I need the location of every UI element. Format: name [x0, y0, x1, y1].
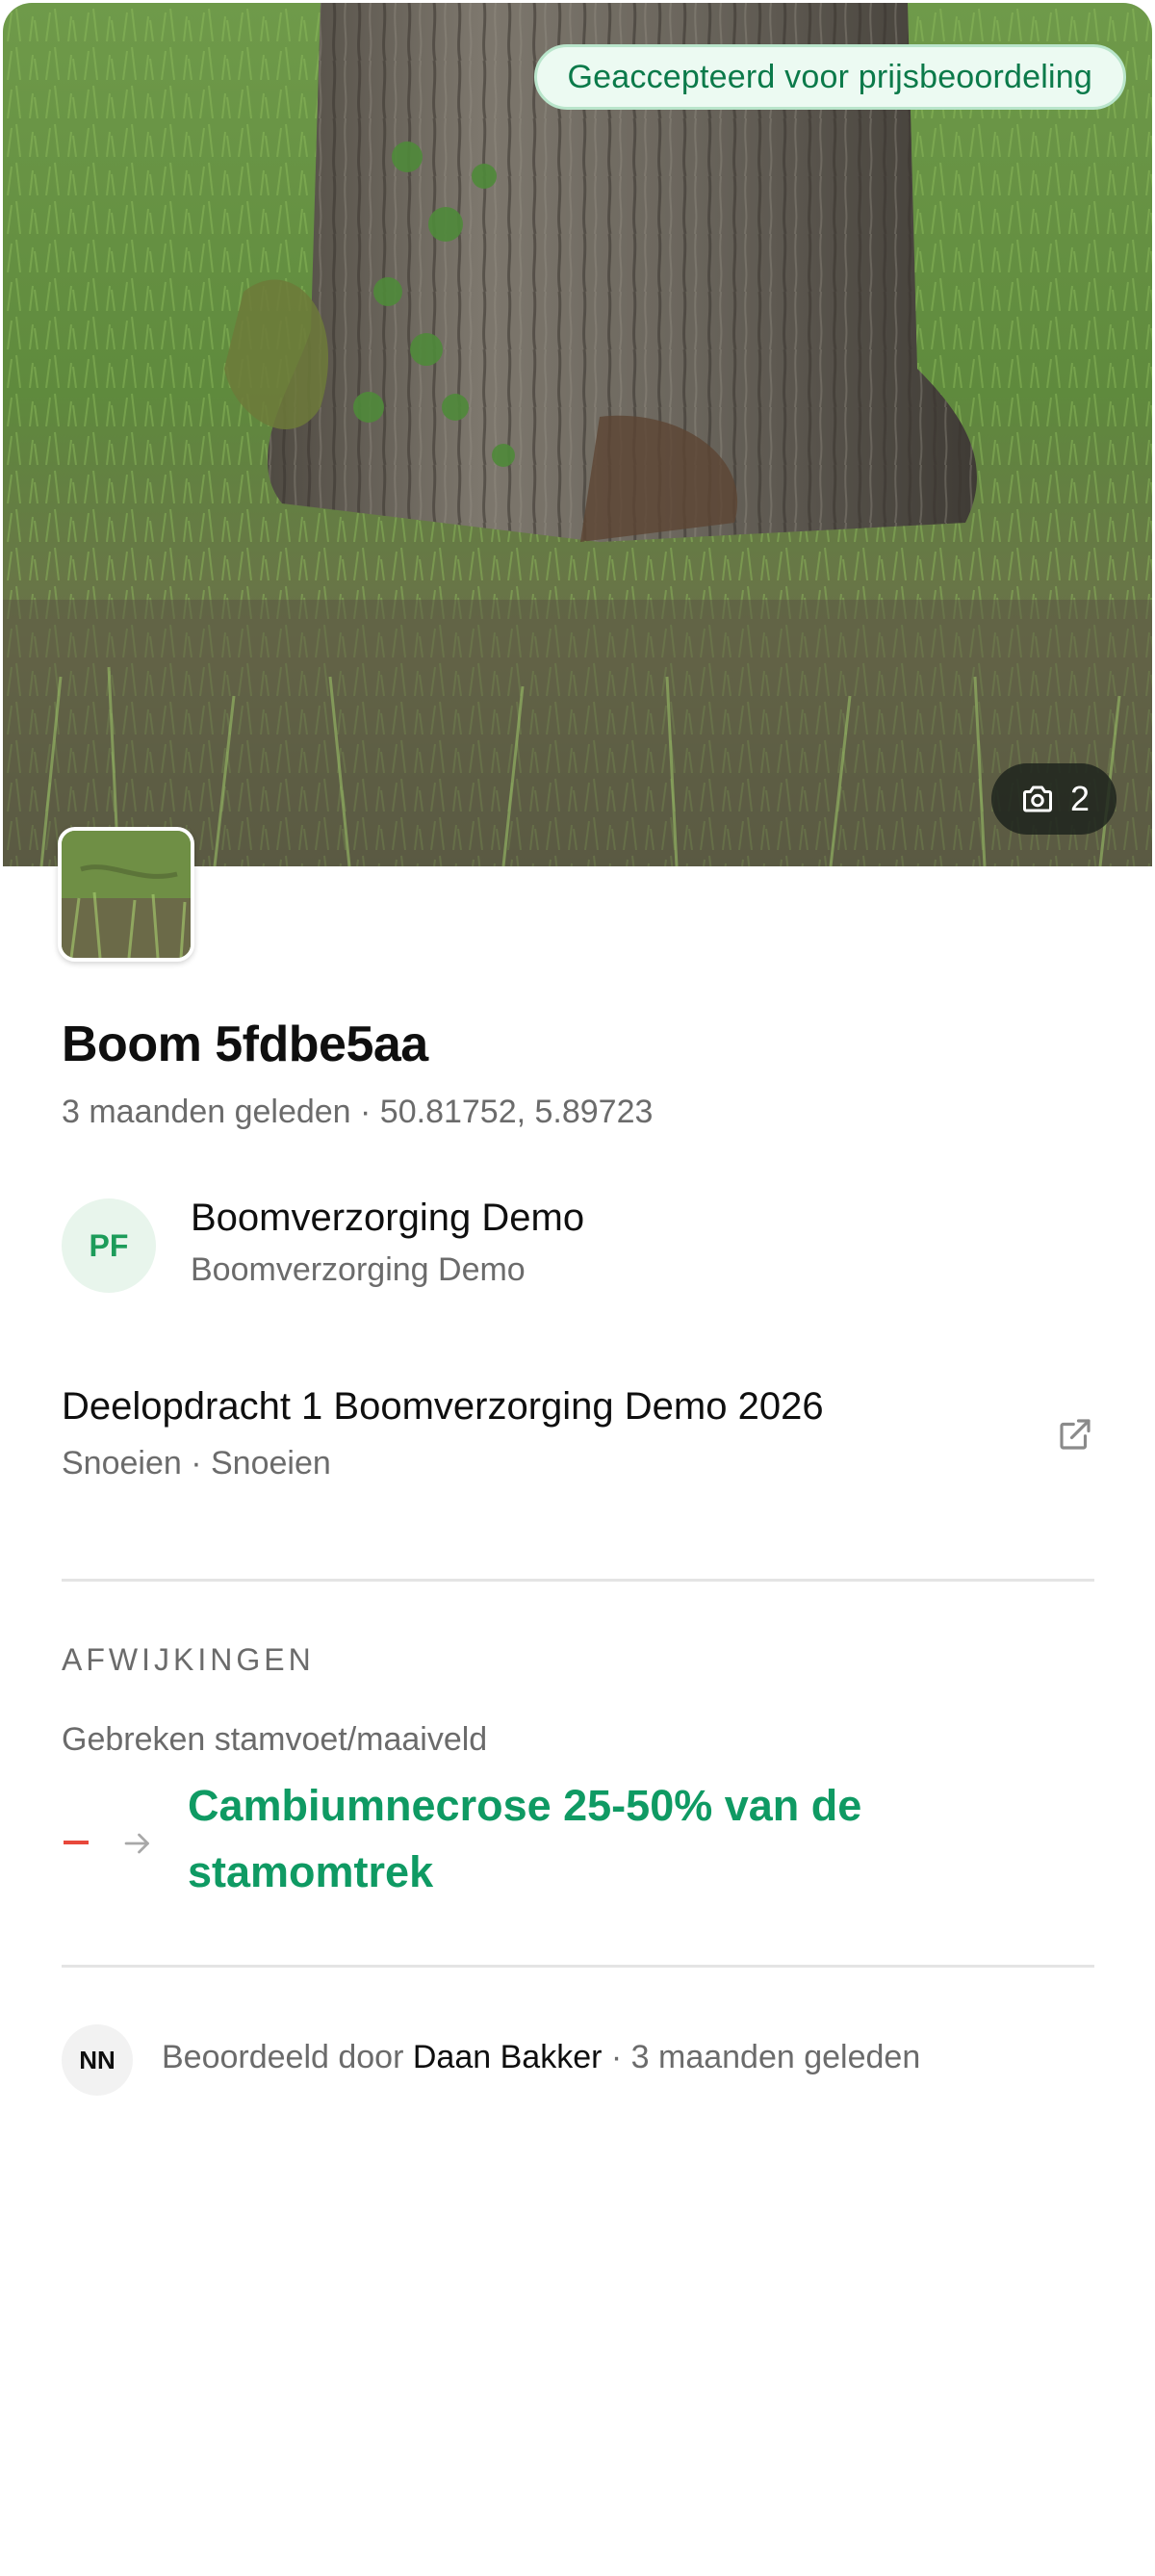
deviation-category: Gebreken stamvoet/maaiveld	[62, 1721, 488, 1758]
review-info: Beoordeeld door Daan Bakker · 3 maanden …	[162, 2039, 920, 2076]
organization-name: Boomverzorging Demo	[191, 1197, 585, 1239]
deviation-old-value: –	[64, 1841, 89, 1844]
photo-count-value: 2	[1069, 779, 1090, 818]
tree-detail-card: Geaccepteerd voor prijsbeoordeling 2 Boo…	[3, 3, 1152, 2573]
section-divider	[62, 1579, 1094, 1582]
reviewer-avatar: NN	[62, 2024, 133, 2096]
tree-title: Boom 5fdbe5aa	[62, 1017, 428, 1072]
photo-thumbnail[interactable]	[58, 827, 194, 962]
tree-photo[interactable]: Geaccepteerd voor prijsbeoordeling 2	[3, 3, 1152, 866]
reviewer-name: Daan Bakker	[412, 2039, 603, 2075]
arrow-right-icon	[120, 1826, 155, 1861]
thumbnail-image	[62, 831, 191, 958]
photo-count-button[interactable]: 2	[990, 763, 1116, 835]
organization-avatar: PF	[62, 1198, 156, 1293]
tree-meta: 3 maanden geleden · 50.81752, 5.89723	[62, 1094, 654, 1130]
review-time: · 3 maanden geleden	[610, 2039, 921, 2075]
assignment-subtitle: Snoeien · Snoeien	[62, 1445, 331, 1481]
deviations-heading: AFWIJKINGEN	[62, 1642, 315, 1677]
section-divider	[62, 1965, 1094, 1968]
camera-icon	[1020, 782, 1055, 816]
tree-photo-image	[3, 3, 1152, 866]
status-badge: Geaccepteerd voor prijsbeoordeling	[533, 44, 1126, 110]
review-prefix: Beoordeeld door	[162, 2039, 404, 2075]
organization-subtitle: Boomverzorging Demo	[191, 1251, 526, 1288]
external-link-icon[interactable]	[1055, 1414, 1095, 1455]
deviation-new-value: Cambiumnecrose 25-50% van de stamomtrek	[188, 1781, 862, 1896]
assignment-title[interactable]: Deelopdracht 1 Boomverzorging Demo 2026	[62, 1385, 824, 1429]
